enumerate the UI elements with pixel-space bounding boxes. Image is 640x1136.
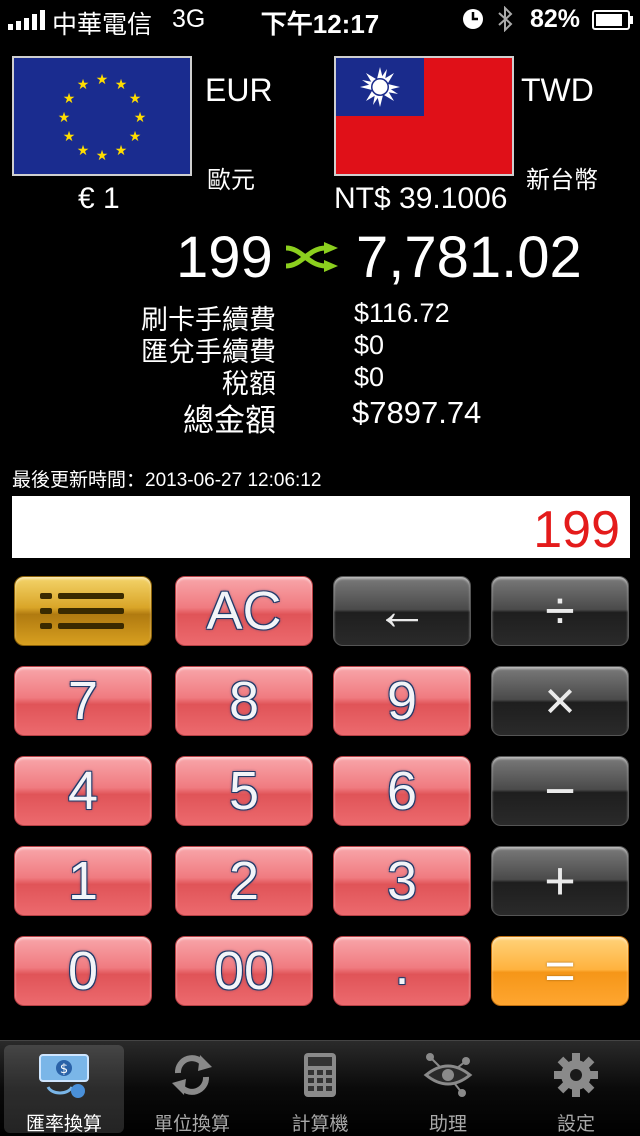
svg-text:★: ★ — [129, 129, 142, 145]
tab-settings[interactable]: 設定 — [516, 1045, 636, 1135]
swap-arrows-icon[interactable] — [284, 242, 342, 272]
to-currency-flag[interactable] — [334, 56, 514, 176]
clear-button[interactable]: AC — [175, 576, 313, 646]
eye-network-icon — [423, 1053, 473, 1097]
exchange-fee-value: $0 — [354, 330, 385, 360]
source-amount: 199 — [176, 225, 273, 290]
digit-1-button[interactable]: 1 — [14, 846, 152, 916]
double-zero-button[interactable]: 00 — [175, 936, 313, 1006]
display-value: 199 — [533, 501, 620, 559]
digit-4-button[interactable]: 4 — [14, 756, 152, 826]
status-bar: 中華電信 3G 下午12:17 82% — [0, 0, 640, 40]
from-currency-code: EUR — [205, 72, 273, 108]
tab-label: 單位換算 — [153, 1114, 230, 1135]
digit-5-button[interactable]: 5 — [175, 756, 313, 826]
total-value: $7897.74 — [352, 395, 482, 430]
svg-text:★: ★ — [77, 77, 90, 93]
tab-label: 匯率換算 — [25, 1114, 102, 1135]
svg-text:★: ★ — [115, 77, 128, 93]
plus-button[interactable]: + — [491, 846, 629, 916]
divide-button[interactable]: ÷ — [491, 576, 629, 646]
gear-icon — [554, 1053, 598, 1097]
tab-unit-conversion[interactable]: 單位換算 — [132, 1045, 252, 1135]
decimal-point-button[interactable]: . — [333, 936, 471, 1006]
svg-text:★: ★ — [77, 143, 90, 159]
tab-label: 計算機 — [291, 1114, 349, 1135]
tab-assistant[interactable]: 助理 — [388, 1045, 508, 1135]
digit-3-button[interactable]: 3 — [333, 846, 471, 916]
last-updated: 最後更新時間：2013-06-27 12:06:12 — [12, 470, 322, 491]
eu-flag-icon: ★ ★ ★ ★ ★ ★ ★ ★ ★ ★ ★ ★ — [14, 58, 190, 174]
calculator-icon — [304, 1053, 336, 1097]
from-currency-rate: € 1 — [78, 182, 120, 215]
converted-amount: 7,781.02 — [356, 225, 582, 290]
refresh-icon — [172, 1055, 212, 1095]
minus-button[interactable]: − — [491, 756, 629, 826]
backspace-button[interactable]: ← — [333, 576, 471, 646]
digit-6-button[interactable]: 6 — [333, 756, 471, 826]
svg-text:★: ★ — [63, 91, 76, 107]
from-currency-flag[interactable]: ★ ★ ★ ★ ★ ★ ★ ★ ★ ★ ★ ★ — [12, 56, 192, 176]
tab-label: 助理 — [428, 1114, 467, 1135]
svg-text:★: ★ — [58, 110, 71, 126]
from-currency-name: 歐元 — [207, 167, 255, 194]
multiply-button[interactable]: × — [491, 666, 629, 736]
svg-text:★: ★ — [134, 110, 147, 126]
battery-percent: 82% — [530, 5, 581, 33]
svg-text:$: $ — [60, 1062, 68, 1077]
digit-0-button[interactable]: 0 — [14, 936, 152, 1006]
tab-label: 設定 — [556, 1114, 595, 1135]
tab-currency-exchange[interactable]: $ 匯率換算 — [4, 1045, 124, 1135]
taiwan-flag-icon — [336, 58, 512, 174]
digit-8-button[interactable]: 8 — [175, 666, 313, 736]
svg-text:★: ★ — [129, 91, 142, 107]
svg-text:★: ★ — [115, 143, 128, 159]
digit-9-button[interactable]: 9 — [333, 666, 471, 736]
currency-exchange-icon: $ — [39, 1054, 89, 1098]
input-display: 199 — [12, 496, 630, 559]
equals-button[interactable]: = — [491, 936, 629, 1006]
menu-icon — [40, 593, 124, 629]
bluetooth-icon — [498, 6, 513, 32]
digit-2-button[interactable]: 2 — [175, 846, 313, 916]
menu-button[interactable] — [14, 576, 152, 646]
to-currency-rate: NT$ 39.1006 — [334, 182, 508, 215]
card-fee-value: $116.72 — [354, 298, 450, 328]
battery-icon — [592, 10, 633, 30]
tax-value: $0 — [354, 362, 385, 392]
to-currency-name: 新台幣 — [526, 167, 598, 194]
to-currency-code: TWD — [521, 72, 594, 108]
total-label: 總金額 — [183, 403, 276, 438]
digit-7-button[interactable]: 7 — [14, 666, 152, 736]
svg-text:★: ★ — [63, 129, 76, 145]
tab-bar: $ 匯率換算 單位換算 計算機 助理 設定 — [0, 1040, 640, 1136]
svg-text:★: ★ — [96, 72, 109, 88]
alarm-clock-icon — [463, 9, 483, 29]
svg-text:★: ★ — [96, 148, 109, 164]
tab-calculator[interactable]: 計算機 — [260, 1045, 380, 1135]
